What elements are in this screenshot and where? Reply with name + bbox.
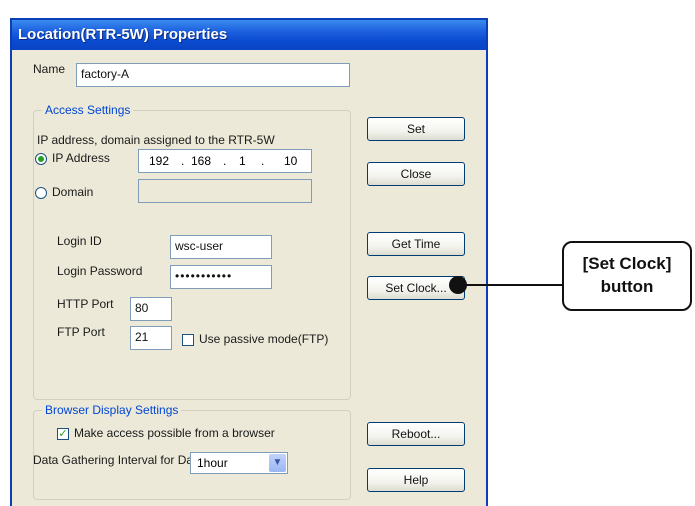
reboot-button[interactable]: Reboot... xyxy=(367,422,465,446)
help-button[interactable]: Help xyxy=(367,468,465,492)
name-input[interactable]: factory-A xyxy=(76,63,350,87)
ip-address-label: IP Address xyxy=(52,151,110,165)
ip-octet-3: 1 xyxy=(239,154,246,168)
ip-separator-1: . xyxy=(181,154,185,168)
callout-pointer-dot xyxy=(449,276,467,294)
get-time-button[interactable]: Get Time xyxy=(367,232,465,256)
http-port-input[interactable]: 80 xyxy=(130,297,172,321)
interval-value: 1hour xyxy=(197,456,228,470)
window-title: Location(RTR-5W) Properties xyxy=(12,20,486,50)
ip-octet-4: 10 xyxy=(284,154,298,168)
ip-separator-3: . xyxy=(261,154,265,168)
set-clock-callout: [Set Clock] button xyxy=(562,241,692,311)
ip-address-input[interactable]: 192 . 168 . 1 . 10 xyxy=(138,149,312,173)
login-password-input[interactable]: ••••••••••• xyxy=(170,265,272,289)
ip-octet-1: 192 xyxy=(149,154,170,168)
dialog-body: Name factory-A Access Settings IP addres… xyxy=(12,50,486,506)
dropdown-arrow-icon[interactable]: ▼ xyxy=(269,454,286,472)
login-id-label: Login ID xyxy=(57,234,102,248)
ip-octet-2: 168 xyxy=(191,154,212,168)
http-port-label: HTTP Port xyxy=(57,297,114,311)
passive-mode-checkbox[interactable] xyxy=(182,334,194,346)
callout-line-1: [Set Clock] xyxy=(582,254,672,273)
login-id-input[interactable]: wsc-user xyxy=(170,235,272,259)
passive-mode-label: Use passive mode(FTP) xyxy=(199,332,329,346)
make-access-checkbox[interactable]: ✓ xyxy=(57,428,69,440)
ip-address-radio[interactable] xyxy=(35,153,47,165)
callout-line-2: button xyxy=(600,277,654,296)
ftp-port-input[interactable]: 21 xyxy=(130,326,172,350)
properties-dialog: Location(RTR-5W) Properties Name factory… xyxy=(10,18,488,506)
ip-domain-description: IP address, domain assigned to the RTR-5… xyxy=(37,133,275,147)
login-password-label: Login Password xyxy=(57,264,143,278)
domain-label: Domain xyxy=(52,185,94,199)
domain-radio[interactable] xyxy=(35,187,47,199)
domain-input[interactable] xyxy=(138,179,312,203)
name-label: Name xyxy=(33,62,66,76)
close-button[interactable]: Close xyxy=(367,162,465,186)
ip-separator-2: . xyxy=(223,154,227,168)
interval-select[interactable]: 1hour ▼ xyxy=(190,452,288,474)
access-settings-title: Access Settings xyxy=(42,103,134,117)
set-button[interactable]: Set xyxy=(367,117,465,141)
ftp-port-label: FTP Port xyxy=(57,325,105,339)
browser-display-title: Browser Display Settings xyxy=(42,403,182,417)
callout-leader-line xyxy=(460,284,562,286)
make-access-label: Make access possible from a browser xyxy=(74,426,275,440)
